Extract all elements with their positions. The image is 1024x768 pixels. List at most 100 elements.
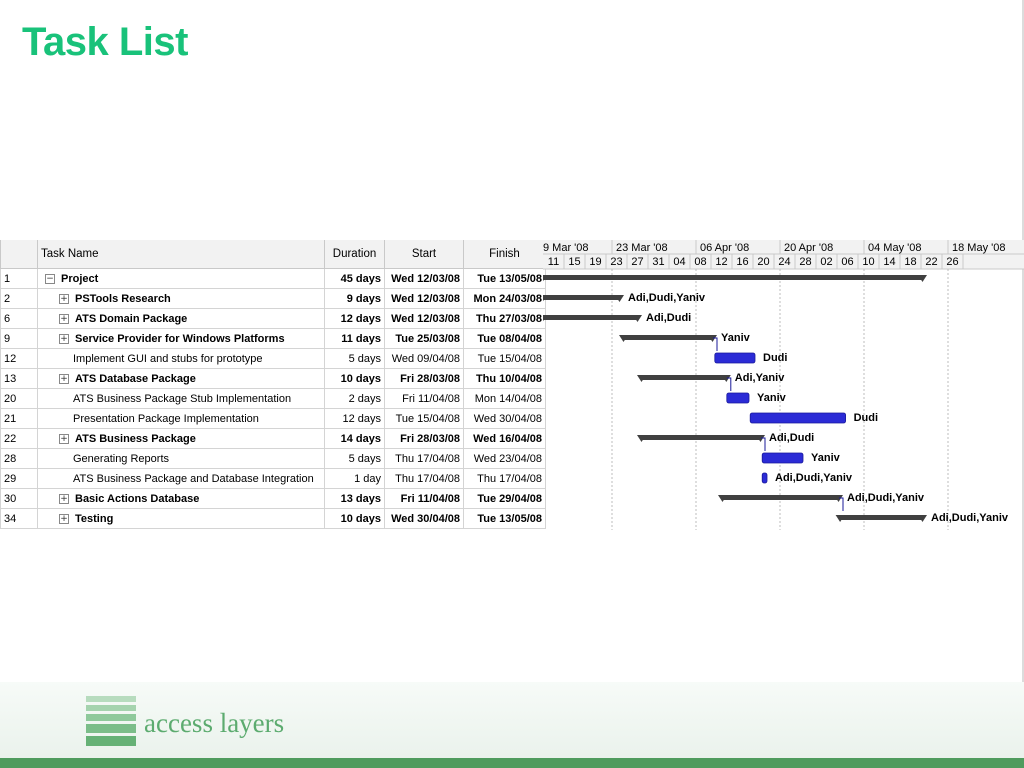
task-table: Task Name Duration Start Finish 1− Projec… [0,240,546,529]
table-row[interactable]: 1− Project 45 days Wed 12/03/08 Tue 13/05/08 [0,268,546,289]
task-table-body: 1− Project 45 days Wed 12/03/08 Tue 13/05/08… [0,268,546,529]
expand-icon[interactable]: + [59,333,69,344]
table-row[interactable]: 2 + PSTools Research 9 days Wed 12/03/08 Mon … [0,288,546,309]
gantt-day-label: 18 [904,256,916,268]
row-finish: Thu 17/04/08 [463,468,546,489]
row-task-name-cell: + ATS Business Package [37,428,325,449]
expand-icon[interactable]: + [59,293,69,304]
gantt-summary-bar [641,375,727,380]
row-task-name-cell: + Testing [37,508,325,529]
gantt-resource-label: Adi,Dudi [769,432,814,444]
row-task-name-cell: + Service Provider for Windows Platforms [37,328,325,349]
row-start: Wed 12/03/08 [384,288,464,309]
expand-icon[interactable]: + [59,373,69,384]
expand-icon[interactable]: + [59,513,69,524]
gantt-day-label: 19 [589,256,601,268]
row-task-name: Presentation Package Implementation [73,412,259,425]
table-row[interactable]: 6 + ATS Domain Package 12 days Wed 12/03/08 T… [0,308,546,329]
gantt-summary-bar [722,495,839,500]
row-duration: 10 days [324,368,385,389]
row-duration: 2 days [324,388,385,409]
header-start[interactable]: Start [384,240,464,269]
gantt-day-label: 10 [862,256,874,268]
row-task-name-cell: ATS Business Package and Database Integr… [37,468,325,489]
table-row[interactable]: 12 Implement GUI and stubs for prototype 5… [0,348,546,369]
gantt-svg: 9 Mar '08 23 Mar '08 06 Apr '08 20 Apr '08 0… [543,240,1024,530]
row-start: Wed 09/04/08 [384,348,464,369]
row-id: 30 [0,488,38,509]
expand-icon[interactable]: + [59,313,69,324]
table-row[interactable]: 21 Presentation Package Implementation 12 … [0,408,546,429]
row-start: Fri 11/04/08 [384,488,464,509]
gantt-summary-bar [543,315,638,320]
page-title: Task List [22,20,188,64]
table-row[interactable]: 9 + Service Provider for Windows Platforms… [0,328,546,349]
table-row[interactable]: 29 ATS Business Package and Database Inte… [0,468,546,489]
logo-text: access layers [144,708,285,738]
gantt-summary-bar [543,295,620,300]
row-task-name: Basic Actions Database [75,492,200,505]
row-finish: Thu 27/03/08 [463,308,546,329]
row-id: 29 [0,468,38,489]
row-finish: Tue 29/04/08 [463,488,546,509]
gantt-day-label: 08 [694,256,706,268]
expand-icon[interactable]: + [59,433,69,444]
row-duration: 14 days [324,428,385,449]
row-task-name-cell: + ATS Domain Package [37,308,325,329]
row-task-name-cell: + ATS Database Package [37,368,325,389]
row-duration: 10 days [324,508,385,529]
row-task-name: PSTools Research [75,292,171,305]
row-id: 13 [0,368,38,389]
header-id[interactable] [0,240,38,269]
header-finish[interactable]: Finish [463,240,546,269]
row-duration: 5 days [324,448,385,469]
row-task-name: Generating Reports [73,452,169,465]
row-id: 22 [0,428,38,449]
row-id: 9 [0,328,38,349]
gantt-day-label: 16 [736,256,748,268]
row-finish: Mon 14/04/08 [463,388,546,409]
gantt-week-label: 20 Apr '08 [784,242,833,254]
gantt-day-label: 20 [757,256,769,268]
row-start: Wed 12/03/08 [384,308,464,329]
gantt-summary-bar [641,435,761,440]
table-row[interactable]: 30 + Basic Actions Database 13 days Fri 11/0… [0,488,546,509]
gantt-day-label: 02 [820,256,832,268]
row-task-name-cell: − Project [37,268,325,289]
gantt-day-label: 26 [946,256,958,268]
row-id: 2 [0,288,38,309]
gantt-resource-label: Yaniv [757,392,787,404]
row-duration: 5 days [324,348,385,369]
row-duration: 11 days [324,328,385,349]
gantt-week-label: 04 May '08 [868,242,921,254]
gantt-resource-label: Adi,Dudi,Yaniv [775,472,853,484]
expand-icon[interactable]: + [59,493,69,504]
table-row[interactable]: 22 + ATS Business Package 14 days Fri 28/03/… [0,428,546,449]
row-id: 12 [0,348,38,369]
gantt-day-label: 24 [778,256,790,268]
gantt-chart: 9 Mar '08 23 Mar '08 06 Apr '08 20 Apr '08 0… [543,240,1024,530]
collapse-icon[interactable]: − [45,273,55,284]
row-task-name: ATS Domain Package [75,312,188,325]
gantt-week-label: 23 Mar '08 [616,242,668,254]
slide: Task List Task Name Duration Start Finis… [0,0,1024,768]
logo-icon [86,696,136,746]
table-row[interactable]: 34 + Testing 10 days Wed 30/04/08 Tue 13/05/0… [0,508,546,529]
row-task-name: Project [61,272,99,285]
row-task-name-cell: Generating Reports [37,448,325,469]
header-task-name[interactable]: Task Name [37,240,325,269]
row-task-name: ATS Business Package [75,432,196,445]
table-row[interactable]: 20 ATS Business Package Stub Implementati… [0,388,546,409]
gantt-task-bar [714,352,756,364]
row-duration: 12 days [324,308,385,329]
gantt-resource-label: Adi,Dudi,Yaniv [628,292,706,304]
gantt-resource-label: Dudi [854,412,878,424]
header-duration[interactable]: Duration [324,240,385,269]
gantt-day-label: 06 [841,256,853,268]
table-row[interactable]: 28 Generating Reports 5 days Thu 17/04/08 We… [0,448,546,469]
gantt-day-label: 22 [925,256,937,268]
gantt-task-bar [749,412,846,424]
table-row[interactable]: 13 + ATS Database Package 10 days Fri 28/03/… [0,368,546,389]
row-start: Fri 11/04/08 [384,388,464,409]
gantt-resource-label: Adi,Dudi [646,312,691,324]
